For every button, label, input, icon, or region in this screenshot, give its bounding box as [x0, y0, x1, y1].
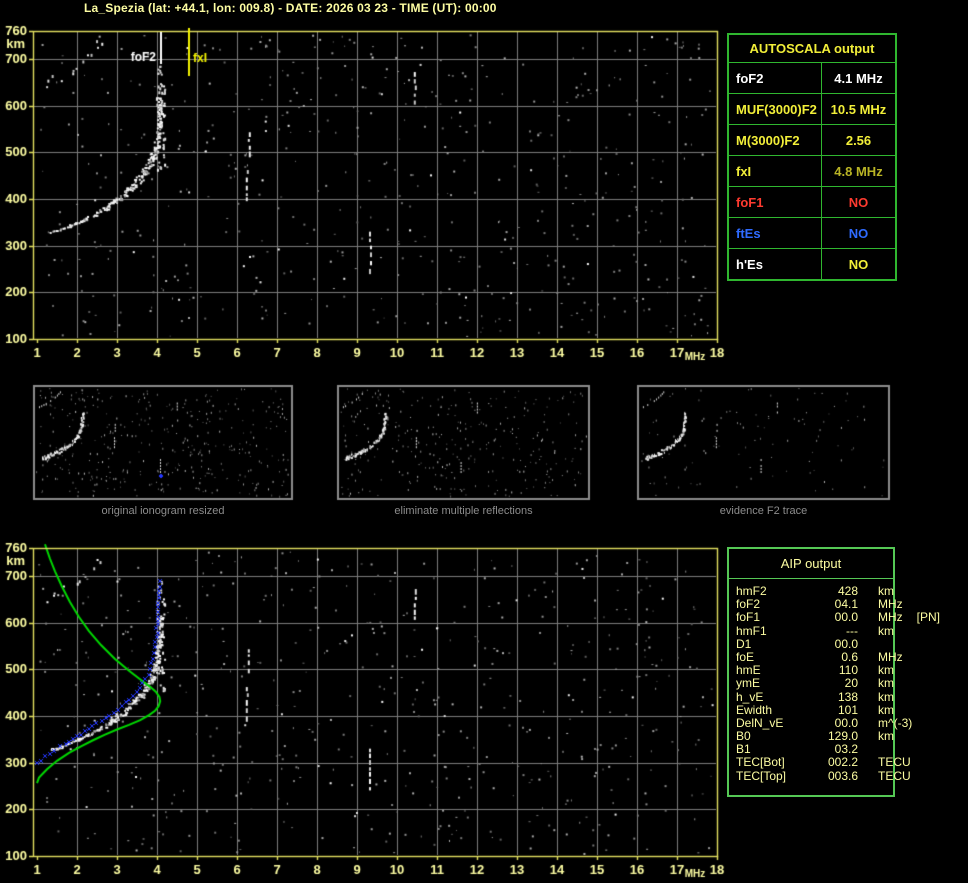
param-value: 00.0 — [834, 636, 858, 651]
param-label: hmF1 — [736, 623, 767, 638]
param-label: foF1 — [729, 187, 822, 217]
param-label: ftEs — [729, 218, 822, 248]
table-row: D1 00.0 — [736, 636, 893, 651]
param-value: NO — [848, 256, 869, 272]
param-unit: km — [878, 689, 894, 704]
aip-table-title: AIP output — [729, 549, 893, 579]
table-row: M(3000)F2 2.56 — [729, 124, 895, 155]
param-unit: TECU — [878, 768, 911, 783]
param-label: MUF(3000)F2 — [729, 94, 822, 124]
autoscala-table-title: AUTOSCALA output — [749, 41, 875, 56]
param-label: D1 — [736, 636, 752, 651]
param-value: 4.8 MHz — [834, 163, 883, 179]
table-row: foF1 00.0 MHz [PN] — [736, 610, 940, 625]
thumbnail-caption-evidence-f2: evidence F2 trace — [719, 505, 808, 517]
autoscala-app-window: La_Spezia (lat: +44.1, lon: 009.8) - DAT… — [0, 0, 968, 883]
param-label: TEC[Bot] — [736, 755, 785, 770]
table-row: ymE 20 km — [736, 676, 894, 691]
param-unit: km — [878, 676, 894, 691]
thumbnail-caption-original: original ionogram resized — [101, 505, 225, 517]
param-value: 00.0 — [834, 610, 858, 625]
table-row: ftEs NO — [729, 217, 895, 248]
param-value: NO — [848, 225, 869, 241]
param-label: TEC[Top] — [736, 768, 787, 783]
table-row: MUF(3000)F2 10.5 MHz — [729, 93, 895, 124]
param-value: 10.5 MHz — [830, 101, 887, 117]
table-row: DelN_vE 00.0 m^(-3) — [736, 716, 912, 730]
thumbnail-caption-eliminate-reflections: eliminate multiple reflections — [394, 505, 533, 517]
aip-table-body: hmF2 428 km foF2 04.1 MHz foF1 00.0 MHz [PN] hm… — [729, 579, 940, 783]
param-unit: km — [878, 702, 894, 717]
param-unit: km — [878, 623, 894, 638]
table-row: fxI 4.8 MHz — [729, 155, 895, 186]
table-row: hmF1 --- km — [736, 623, 894, 638]
param-label: Ewidth — [736, 702, 773, 717]
param-value: 20 — [844, 676, 858, 691]
param-unit — [858, 638, 893, 651]
param-unit: TECU — [878, 755, 911, 770]
param-label: M(3000)F2 — [729, 125, 822, 155]
param-label: foF1 — [736, 610, 761, 625]
table-row: TEC[Bot] 002.2 TECU — [736, 755, 911, 770]
table-row: TEC[Top] 003.6 TECU — [736, 768, 911, 783]
param-value: NO — [848, 194, 869, 210]
param-label: fxI — [729, 156, 822, 186]
param-label: h_vE — [736, 689, 764, 704]
param-unit: km — [878, 729, 894, 744]
param-value: 101 — [837, 702, 858, 717]
param-label: foF2 — [729, 63, 822, 93]
aip-output-table: AIP output hmF2 428 km foF2 04.1 MHz foF1 00.… — [727, 547, 940, 797]
param-flag: [PN] — [916, 610, 941, 625]
table-row: h_vE 138 km — [736, 689, 894, 704]
table-row: foF1 NO — [729, 186, 895, 217]
table-row: B0 129.0 km — [736, 729, 894, 744]
param-unit: MHz [PN] — [878, 610, 941, 625]
param-value: 2.56 — [845, 132, 872, 148]
param-label: ymE — [736, 676, 760, 691]
table-row: foF2 4.1 MHz — [729, 62, 895, 93]
station-date-time-title: La_Spezia (lat: +44.1, lon: 009.8) - DAT… — [84, 1, 497, 15]
param-label: h'Es — [729, 249, 822, 279]
param-value: 003.6 — [827, 768, 858, 783]
param-value: 4.1 MHz — [834, 70, 883, 86]
autoscala-output-table: AUTOSCALA output foF2 4.1 MHz MUF(3000)F… — [727, 33, 897, 281]
param-value: --- — [846, 623, 858, 638]
param-value: 002.2 — [827, 755, 858, 770]
table-row: h'Es NO — [729, 248, 895, 279]
param-value: 138 — [837, 689, 858, 704]
table-row: Ewidth 101 km — [736, 702, 894, 717]
